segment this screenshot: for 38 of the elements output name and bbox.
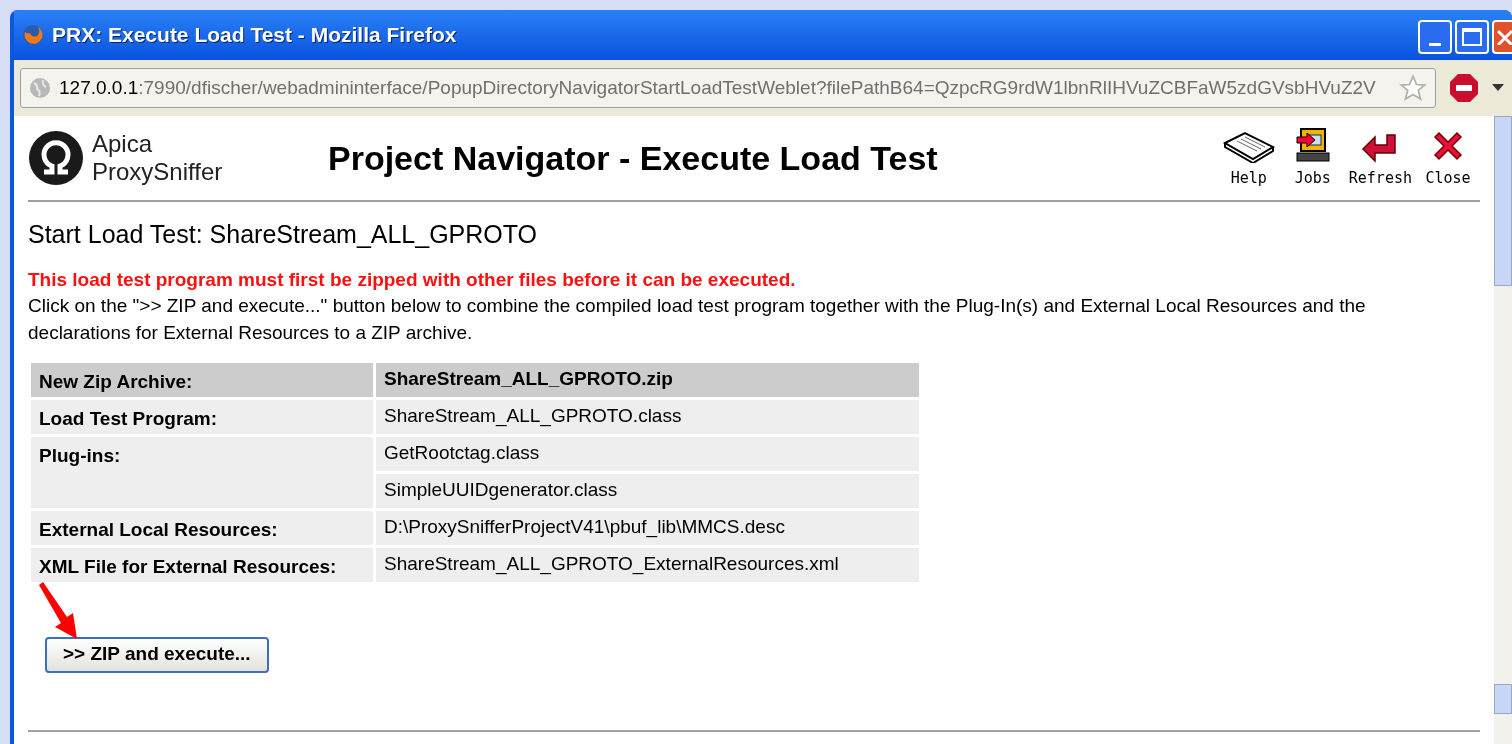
close-icon	[1496, 29, 1512, 45]
zip-execute-button[interactable]: >> ZIP and execute...	[45, 636, 269, 673]
omega-logo-icon	[28, 130, 84, 186]
globe-icon	[29, 77, 51, 99]
row-value: ShareStream_ALL_GPROTO.zip	[376, 362, 919, 397]
row-label: Load Test Program:	[31, 399, 373, 434]
toolbar-link[interactable]: Refresh	[1348, 132, 1412, 190]
window-title: PRX: Execute Load Test - Mozilla Firefox	[52, 22, 457, 49]
dropdown-caret-icon[interactable]	[1492, 84, 1504, 92]
toolbar-link[interactable]: Close	[1422, 128, 1474, 190]
bookmark-star-icon[interactable]	[1399, 74, 1427, 102]
row-label: Plug-ins:	[31, 436, 373, 508]
close-window-button[interactable]	[1492, 20, 1512, 54]
logo-text: ProxySniffer	[92, 158, 223, 186]
row-label: XML File for External Resources:	[31, 547, 373, 582]
logo-text: Apica	[92, 130, 154, 158]
row-label: New Zip Archive:	[31, 362, 373, 397]
scrollbar[interactable]	[1494, 116, 1512, 744]
row-value: D:\ProxySnifferProjectV41\pbuf_lib\MMCS.desc	[376, 510, 919, 545]
url-text: 127.0.0.1:7990/dfischer/webadmininterface/PopupDirectoryNavigatorStartLoadTestWeblet?filePathB64=QzpcRG9rdW1lbnRlIHVuZCBFaW5zdGVsbHVuZ2V	[59, 75, 1377, 100]
maximize-button[interactable]	[1455, 20, 1489, 54]
pointer-arrow	[37, 580, 79, 641]
minimize-button[interactable]	[1418, 20, 1452, 54]
toolbar-link[interactable]: Jobs	[1286, 126, 1339, 190]
jobs-icon	[1294, 126, 1331, 163]
row-value: GetRootctag.class	[376, 436, 919, 471]
address-field[interactable]: 127.0.0.1:7990/dfischer/webadmininterface/PopupDirectoryNavigatorStartLoadTestWeblet?filePathB64=QzpcRG9rdW1lbnRlIHVuZCBFaW5zdGVsbHVuZ2V	[20, 68, 1436, 108]
section-heading: Start Load Test: ShareStream_ALL_GPROTO	[28, 219, 539, 250]
row-label: External Local Resources:	[31, 510, 373, 545]
warning-text: This load test program must first be zipped with other files before it can be executed.	[28, 267, 797, 292]
page-title: Project Navigator - Execute Load Test	[328, 137, 938, 179]
row-value: SimpleUUIDgenerator.class	[376, 473, 919, 508]
description-text: Click on the ">> ZIP and execute..." button below to combine the compiled load test program together with the Plug-In(s) and External Local Resources and the declarations for External Resources to a ZIP archive.	[28, 293, 1367, 345]
toolbar-link[interactable]: Help	[1220, 128, 1277, 190]
browser-logo-icon	[22, 24, 44, 46]
row-value: ShareStream_ALL_GPROTO.class	[376, 399, 919, 434]
row-value: ShareStream_ALL_GPROTO_ExternalResources.xml	[376, 547, 919, 582]
adblock-icon[interactable]	[1448, 72, 1480, 104]
